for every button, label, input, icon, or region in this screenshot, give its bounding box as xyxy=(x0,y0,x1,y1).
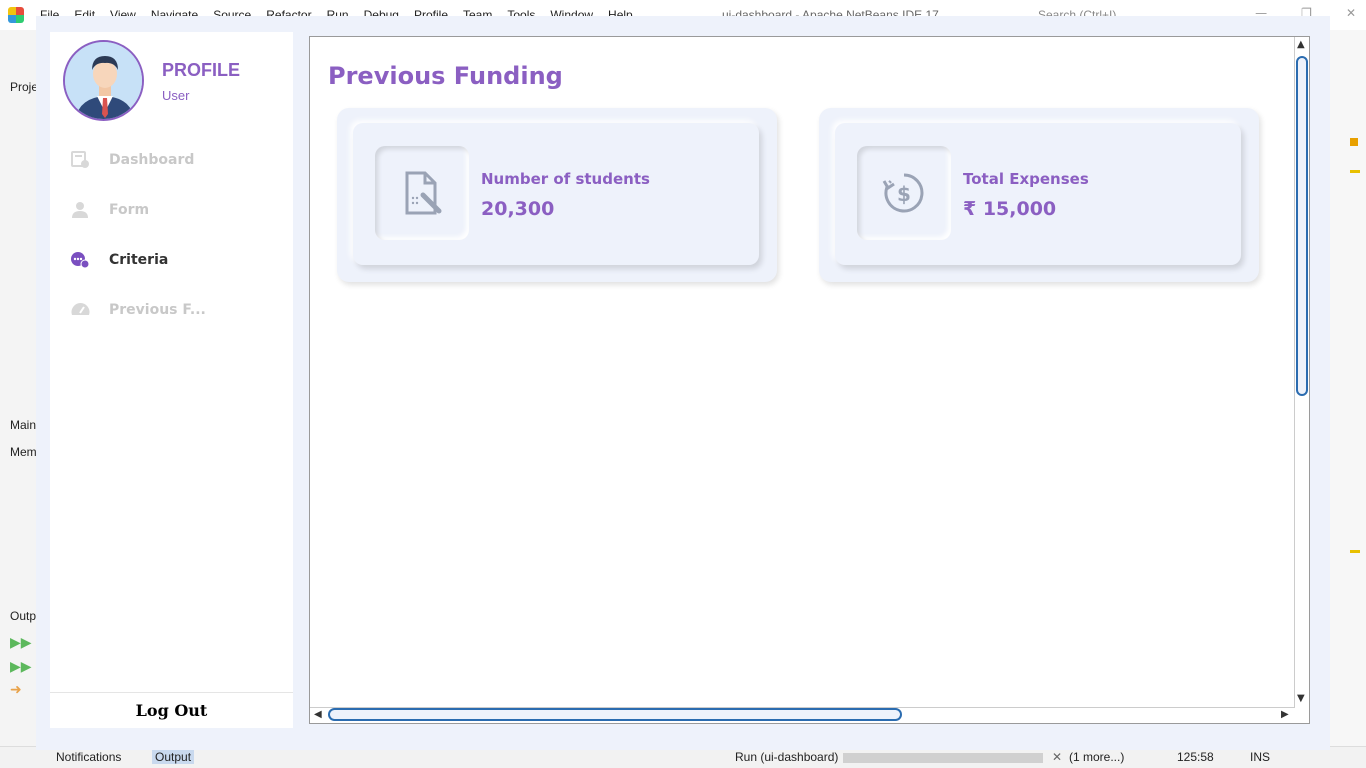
run-progress-bar xyxy=(843,753,1043,763)
stat-card-inner: $ Total Expenses ₹ 15,000 xyxy=(835,123,1241,265)
profile-role: User xyxy=(162,88,190,103)
dashboard-icon xyxy=(71,151,89,168)
stat-card-value: ₹ 15,000 xyxy=(963,198,1057,220)
stat-card-label: Total Expenses xyxy=(963,170,1089,188)
stat-card-inner: Number of students 20,300 xyxy=(353,123,759,265)
sidebar-item-previous-funding[interactable]: Previous F... xyxy=(70,301,206,319)
run-task-label: Run (ui-dashboard) xyxy=(735,750,839,764)
close-icon[interactable]: ✕ xyxy=(1346,6,1356,20)
sidebar xyxy=(50,32,293,728)
marker-icon xyxy=(1350,138,1358,146)
document-edit-icon xyxy=(405,171,442,215)
member-tab[interactable]: Mem xyxy=(10,445,37,459)
scroll-down-icon[interactable]: ▼ xyxy=(1297,693,1305,704)
marker-icon xyxy=(1350,550,1360,553)
speedometer-icon xyxy=(71,303,90,315)
output-status-tab[interactable]: Output xyxy=(152,750,195,764)
sidebar-item-form[interactable]: Form xyxy=(70,201,149,219)
stat-card-value: 20,300 xyxy=(481,198,555,220)
profile-title: PROFILE xyxy=(162,60,241,80)
main-tab[interactable]: Main xyxy=(10,418,36,432)
chat-icon xyxy=(71,252,90,269)
notifications-tab[interactable]: Notifications xyxy=(56,750,121,764)
ide-right-panel xyxy=(1330,30,1366,750)
horizontal-scroll-thumb[interactable] xyxy=(328,708,902,721)
vertical-scroll-thumb[interactable] xyxy=(1296,56,1308,396)
marker-icon xyxy=(1350,170,1360,173)
projects-tab[interactable]: Proje xyxy=(10,80,38,94)
sidebar-item-label: Form xyxy=(109,202,150,218)
sidebar-item-dashboard[interactable]: Dashboard xyxy=(70,151,194,169)
netbeans-logo-icon xyxy=(8,7,24,23)
scroll-up-icon[interactable]: ▲ xyxy=(1297,39,1305,50)
stat-card-label: Number of students xyxy=(481,170,650,188)
user-icon xyxy=(72,202,88,218)
sidebar-item-label: Dashboard xyxy=(109,152,195,168)
insert-mode: INS xyxy=(1250,750,1271,764)
output-tab[interactable]: Outp xyxy=(10,609,36,623)
stat-card-icon-box xyxy=(375,146,469,240)
run-icon[interactable]: ▶▶ xyxy=(10,635,32,651)
arrow-right-icon[interactable]: ➜ xyxy=(10,682,22,698)
sidebar-item-criteria[interactable]: Criteria xyxy=(70,251,168,269)
logout-button[interactable]: Log Out xyxy=(50,692,293,728)
stat-card-expenses: $ Total Expenses ₹ 15,000 xyxy=(819,108,1259,282)
sidebar-item-label: Previous F... xyxy=(109,302,206,318)
avatar xyxy=(63,40,144,121)
ide-left-panel: Proje Main Mem Outp ▶▶ ▶▶ ➜ xyxy=(0,30,40,750)
cancel-task-icon[interactable]: ✕ xyxy=(1052,750,1062,764)
sidebar-item-label: Criteria xyxy=(109,252,169,268)
scroll-left-icon[interactable]: ◀ xyxy=(314,709,322,720)
more-tasks-link[interactable]: (1 more...) xyxy=(1069,750,1124,764)
page-title: Previous Funding xyxy=(328,62,563,90)
stat-card-students: Number of students 20,300 xyxy=(337,108,777,282)
scroll-right-icon[interactable]: ▶ xyxy=(1281,709,1289,720)
rerun-icon[interactable]: ▶▶ xyxy=(10,659,32,675)
stat-card-icon-box: $ xyxy=(857,146,951,240)
money-history-icon: $ xyxy=(882,173,924,213)
cursor-position: 125:58 xyxy=(1177,750,1214,764)
svg-text:$: $ xyxy=(897,182,911,206)
